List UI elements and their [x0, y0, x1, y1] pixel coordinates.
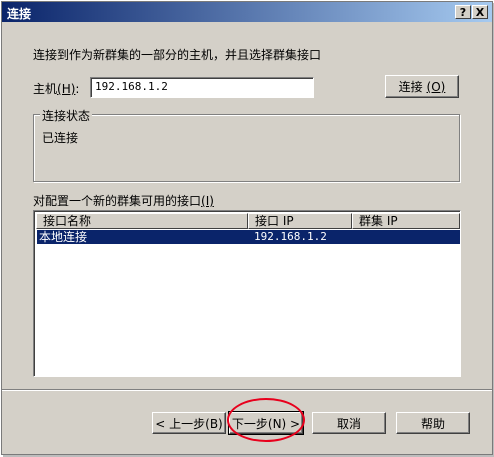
dialog-title: 连接 — [7, 7, 32, 21]
help-icon[interactable]: ? — [455, 5, 471, 19]
interfaces-list[interactable]: 接口名称 接口 IP 群集 IP 本地连接 192.168.1.2 — [33, 210, 461, 377]
connect-button[interactable]: 连接 (O) — [385, 75, 459, 98]
interfaces-mnemonic: (I) — [201, 194, 214, 208]
title-bar: 连接 ? X — [2, 2, 492, 22]
help-button[interactable]: 帮助 — [396, 412, 470, 434]
column-header-name[interactable]: 接口名称 — [36, 213, 248, 229]
interfaces-label-text: 对配置一个新的群集可用的接口 — [33, 194, 202, 208]
connect-dialog: 连接 ? X 连接到作为新群集的一部分的主机，并且选择群集接口 主机(H): 1… — [1, 1, 493, 455]
row-interface-name: 本地连接 — [39, 230, 88, 244]
column-header-ip[interactable]: 接口 IP — [248, 213, 352, 229]
connect-button-label: 连接 — [398, 80, 423, 94]
host-input[interactable]: 192.168.1.2 — [90, 77, 314, 98]
row-interface-ip: 192.168.1.2 — [254, 230, 327, 243]
table-row[interactable]: 本地连接 192.168.1.2 — [37, 230, 460, 244]
back-button[interactable]: < 上一步(B) — [152, 412, 226, 434]
button-separator — [2, 389, 492, 391]
close-icon[interactable]: X — [472, 5, 488, 19]
status-group — [33, 114, 460, 182]
host-label: 主机(H): — [33, 80, 79, 97]
host-colon: : — [75, 82, 80, 96]
interfaces-label: 对配置一个新的群集可用的接口(I) — [33, 192, 214, 209]
status-text: 已连接 — [42, 131, 79, 145]
column-header-cluster-ip[interactable]: 群集 IP — [352, 213, 460, 229]
next-button[interactable]: 下一步(N) > — [228, 411, 304, 435]
status-legend: 连接状态 — [40, 107, 93, 124]
intro-text: 连接到作为新群集的一部分的主机，并且选择群集接口 — [33, 48, 322, 62]
connect-mnemonic: (O) — [426, 80, 446, 94]
host-label-text: 主机 — [33, 82, 58, 96]
cancel-button[interactable]: 取消 — [312, 412, 386, 434]
host-mnemonic: (H) — [57, 82, 76, 96]
